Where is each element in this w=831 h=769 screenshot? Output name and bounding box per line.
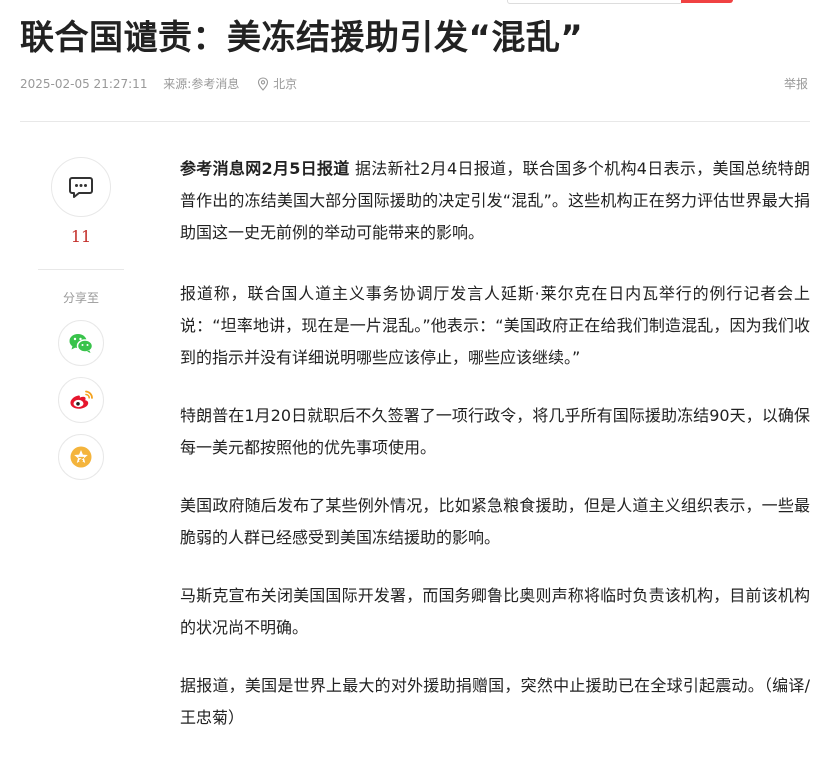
favorite-icon <box>70 446 92 468</box>
article-paragraph: 美国政府随后发布了某些例外情况，比如紧急粮食援助，但是人道主义组织表示，一些最脆… <box>180 496 810 547</box>
weibo-icon <box>70 390 93 409</box>
article-paragraph: 参考消息网2月5日报道 据法新社2月4日报道，联合国多个机构4日表示，美国总统特… <box>180 153 810 249</box>
comment-count[interactable]: 11 <box>38 227 124 246</box>
location-pin-icon <box>258 77 269 91</box>
header-divider <box>20 121 810 122</box>
comment-icon <box>69 177 93 198</box>
article-title: 联合国谴责：美冻结援助引发“混乱” <box>20 18 584 58</box>
source-label: 来源: <box>163 77 192 91</box>
publish-date: 2025-02-05 21:27:11 <box>20 77 148 91</box>
share-favorite-button[interactable] <box>58 434 104 480</box>
top-search-button[interactable] <box>681 0 733 3</box>
article-lead: 参考消息网2月5日报道 <box>180 159 350 178</box>
share-label: 分享至 <box>62 291 99 305</box>
article-paragraph: 报道称，联合国人道主义事务协调厅发言人延斯·莱尔克在日内瓦举行的例行记者会上说：… <box>180 284 810 367</box>
wechat-icon <box>69 334 94 353</box>
share-weibo-button[interactable] <box>58 377 104 423</box>
share-wechat-button[interactable] <box>58 320 104 366</box>
comment-button[interactable] <box>51 157 111 217</box>
rail-divider <box>38 269 124 270</box>
top-search-input[interactable] <box>507 0 683 4</box>
location: 北京 <box>273 77 298 91</box>
article-meta: 2025-02-05 21:27:11 来源: 参考消息 北京 举报 <box>20 74 810 94</box>
article-paragraph: 特朗普在1月20日就职后不久签署了一项行政令，将几乎所有国际援助冻结90天，以确… <box>180 406 810 457</box>
article-paragraph: 马斯克宣布关闭美国国际开发署，而国务卿鲁比奥则声称将临时负责该机构，目前该机构的… <box>180 586 810 637</box>
source-name: 参考消息 <box>191 77 240 91</box>
article-body: 参考消息网2月5日报道 据法新社2月4日报道，联合国多个机构4日表示，美国总统特… <box>180 153 810 760</box>
report-link[interactable]: 举报 <box>784 74 808 94</box>
article-paragraph: 据报道，美国是世界上最大的对外援助捐赠国，突然中止援助已在全球引起震动。（编译/… <box>180 676 810 727</box>
